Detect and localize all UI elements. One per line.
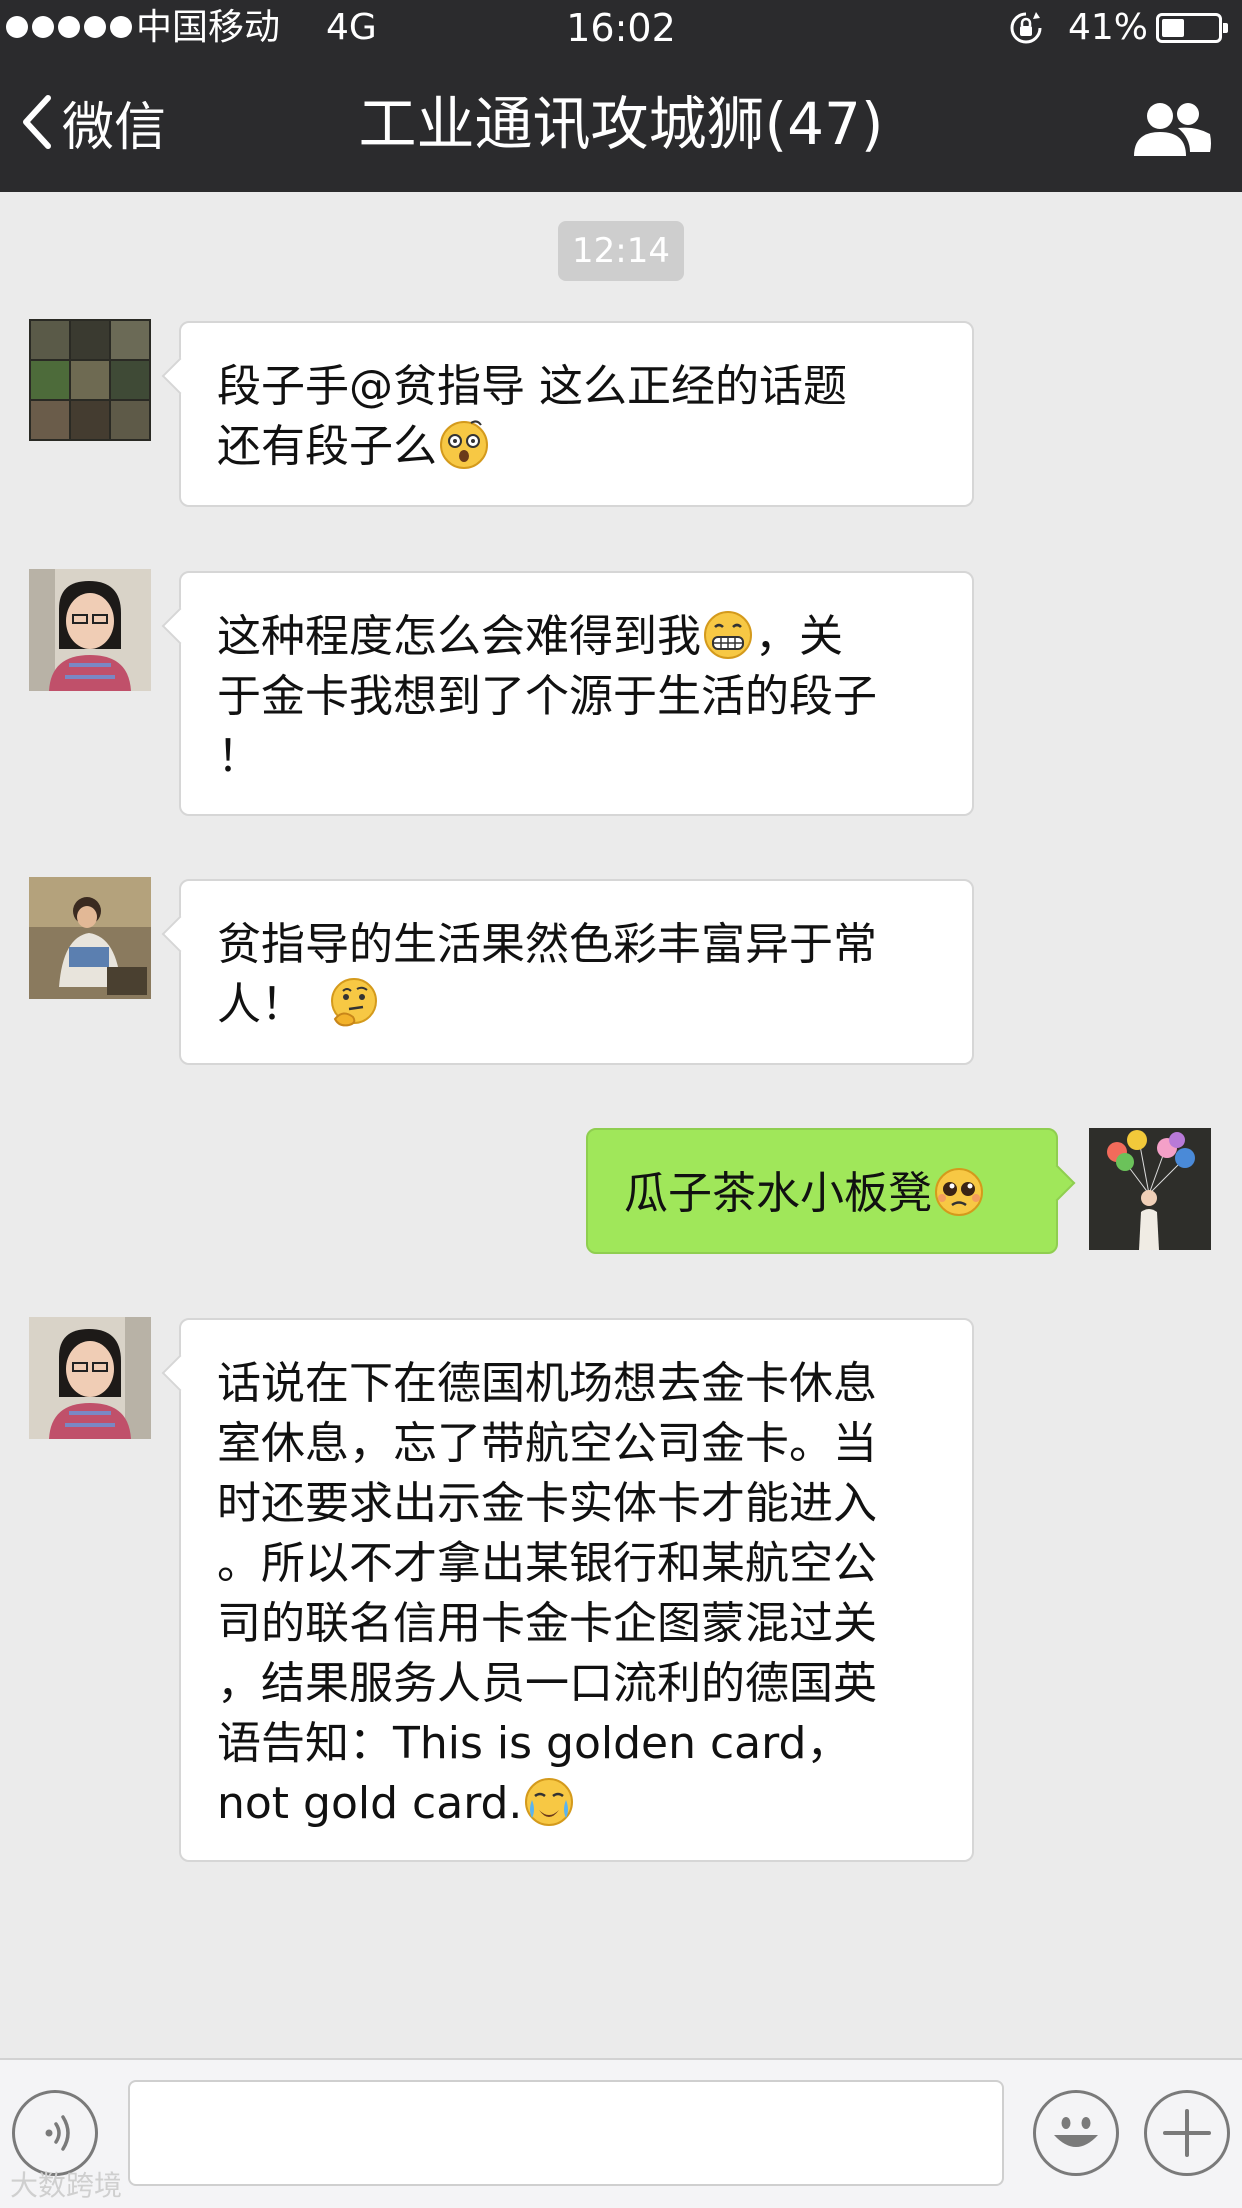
avatar-self[interactable] xyxy=(1089,1128,1211,1250)
avatar[interactable] xyxy=(29,1317,151,1439)
message-line: ，结果服务人员一口流利的德国英 xyxy=(217,1658,877,1709)
avatar[interactable] xyxy=(29,569,151,691)
voice-input-button[interactable] xyxy=(12,2090,98,2176)
group-members-icon[interactable] xyxy=(1130,98,1214,158)
status-time: 16:02 xyxy=(566,6,676,50)
message-line: 瓜子茶水小板凳 xyxy=(624,1168,932,1219)
message-line: 。所以不才拿出某银行和某航空公 xyxy=(217,1538,877,1589)
crying-face-emoji xyxy=(525,1778,574,1826)
nav-bar: 微信 工业通讯攻城狮(47) xyxy=(0,56,1242,192)
message-bubble[interactable]: 段子手@贫指导 这么正经的话题 还有段子么 xyxy=(161,321,974,507)
avatar[interactable] xyxy=(29,877,151,999)
message-line: 贫指导的生活果然色彩丰富异于常 xyxy=(217,919,877,970)
message-line: 司的联名信用卡金卡企图蒙混过关 xyxy=(217,1598,877,1649)
message-line: 段子手@贫指导 这么正经的话题 xyxy=(217,361,847,412)
thinking-face-emoji xyxy=(331,978,377,1027)
message-bubble[interactable]: 贫指导的生活果然色彩丰富异于常 人！ xyxy=(161,879,974,1065)
message-line: 语告知：This is golden card， xyxy=(217,1718,851,1769)
plus-icon xyxy=(1163,2109,1211,2157)
message-line: ！ xyxy=(217,731,261,782)
chat-title: 工业通讯攻城狮(47) xyxy=(358,90,884,158)
smiley-icon xyxy=(1054,2117,1098,2147)
message-line: 时还要求出示金卡实体卡才能进入 xyxy=(217,1478,877,1529)
battery-icon xyxy=(1156,13,1228,43)
message-bubble[interactable]: 话说在下在德国机场想去金卡休息 室休息，忘了带航空公司金卡。当 时还要求出示金卡… xyxy=(161,1318,974,1862)
message-line: 室休息，忘了带航空公司金卡。当 xyxy=(217,1418,877,1469)
battery-percent: 41% xyxy=(1068,7,1149,48)
message-line: ，关 xyxy=(755,611,843,662)
pleading-face-emoji xyxy=(935,1168,983,1216)
rotation-lock-icon xyxy=(1010,12,1042,44)
dizzy-face-emoji xyxy=(440,420,488,469)
message-line: 这种程度怎么会难得到我 xyxy=(217,611,701,662)
message-bubble[interactable]: 这种程度怎么会难得到我 ，关 于金卡我想到了个源于生活的段子 ！ xyxy=(161,571,974,816)
message-line: 还有段子么 xyxy=(217,421,437,472)
emoji-button[interactable] xyxy=(1033,2090,1119,2176)
more-options-button[interactable] xyxy=(1144,2090,1230,2176)
grimacing-face-emoji xyxy=(704,611,752,659)
message-line: not gold card. xyxy=(217,1778,523,1829)
input-bar xyxy=(0,2058,1242,2208)
battery-fill xyxy=(1162,19,1184,37)
status-bar: 中国移动 4G 16:02 41% xyxy=(0,0,1242,56)
message-line: 人！ xyxy=(217,979,305,1030)
message-timestamp: 12:14 xyxy=(558,221,684,281)
watermark: 大数跨境 xyxy=(10,2169,123,2202)
message-bubble-own[interactable]: 瓜子茶水小板凳 xyxy=(586,1128,1076,1254)
message-input[interactable] xyxy=(128,2080,1004,2186)
avatar[interactable] xyxy=(29,319,151,441)
voice-icon xyxy=(45,2115,70,2151)
message-line: 于金卡我想到了个源于生活的段子 xyxy=(217,671,877,722)
message-line: 话说在下在德国机场想去金卡休息 xyxy=(217,1358,877,1409)
top-bar: 中国移动 4G 16:02 41% 微信 工业通讯攻城狮(47) xyxy=(0,0,1242,192)
